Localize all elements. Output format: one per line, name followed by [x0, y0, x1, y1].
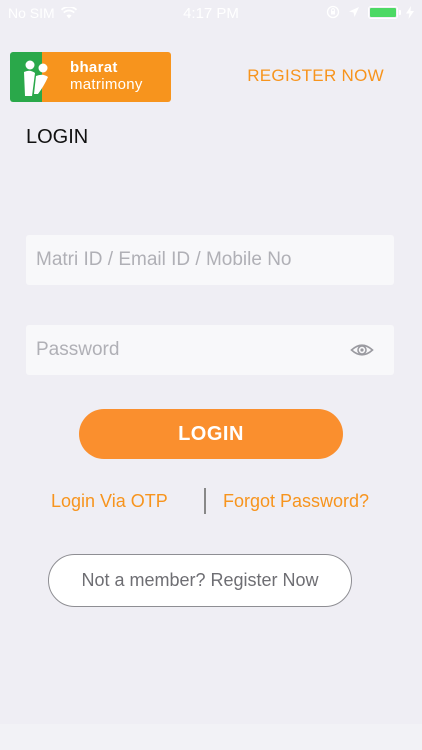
rotation-lock-icon: [326, 5, 340, 19]
login-button[interactable]: LOGIN: [79, 409, 343, 459]
page-title: LOGIN: [26, 126, 89, 148]
status-bar: No SIM 4:17 PM: [0, 0, 422, 28]
eye-icon[interactable]: [350, 339, 374, 361]
status-right: [326, 5, 414, 19]
register-now-button[interactable]: Not a member? Register Now: [48, 554, 352, 607]
login-via-otp-link[interactable]: Login Via OTP: [51, 491, 168, 512]
couple-figure-icon: [24, 60, 48, 96]
bottom-strip: [0, 724, 422, 750]
matri-id-input[interactable]: [26, 235, 394, 285]
password-input[interactable]: [26, 325, 394, 375]
charging-bolt-icon: [406, 5, 414, 19]
logo-orange-block: bharat matrimony: [42, 52, 171, 102]
forgot-password-link[interactable]: Forgot Password?: [223, 491, 369, 512]
password-field: [26, 325, 394, 375]
matri-id-field: [26, 235, 394, 285]
logo-text-matrimony: matrimony: [70, 76, 143, 93]
register-now-link[interactable]: REGISTER NOW: [247, 66, 384, 86]
location-arrow-icon: [349, 7, 359, 17]
logo-text-bharat: bharat: [70, 59, 118, 76]
bharat-matrimony-logo: bharat matrimony: [10, 52, 171, 102]
battery-icon: [368, 5, 401, 19]
links-divider: [204, 488, 206, 514]
